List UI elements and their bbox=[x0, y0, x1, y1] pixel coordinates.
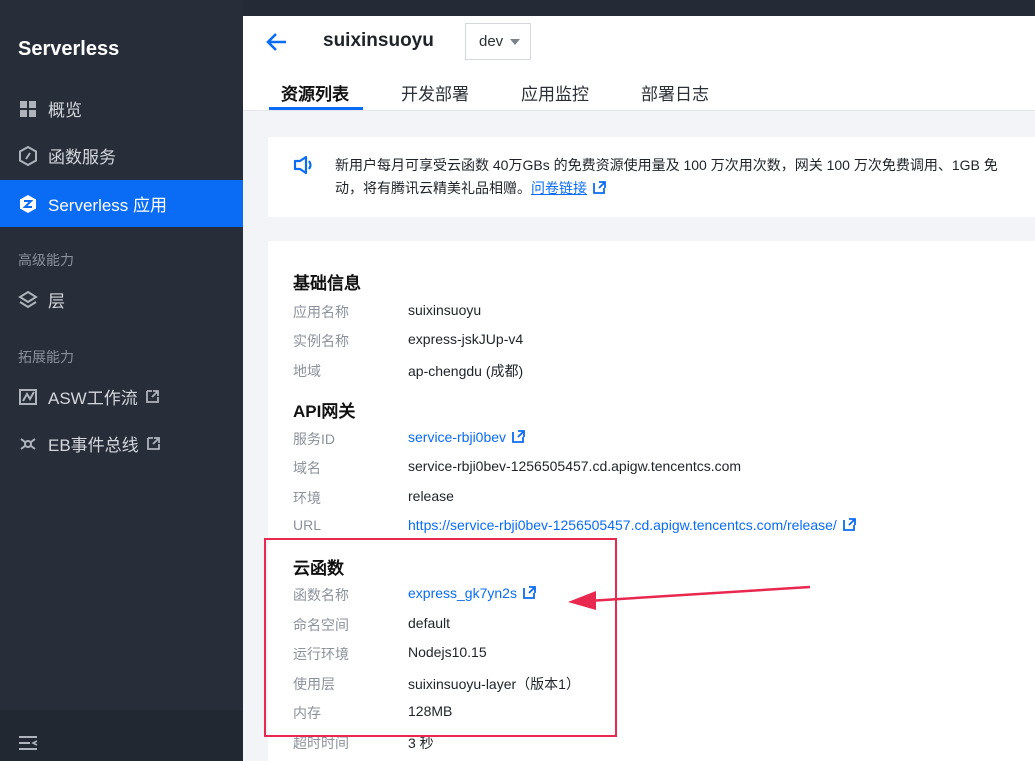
section-title-basic: 基础信息 bbox=[293, 274, 361, 293]
label-app-name: 应用名称 bbox=[293, 304, 349, 320]
active-tab-indicator bbox=[269, 107, 363, 110]
notice-line-2: 动，将有腾讯云精美礼品相赠。 bbox=[335, 180, 531, 196]
workflow-icon bbox=[18, 387, 38, 407]
sidebar-footer bbox=[0, 710, 243, 761]
sidebar-item-label: 层 bbox=[48, 292, 65, 311]
external-link-icon[interactable] bbox=[593, 178, 606, 194]
event-bus-icon bbox=[18, 434, 38, 454]
sidebar-item-label: 概览 bbox=[48, 101, 82, 120]
sidebar-group-extensions: 拓展能力 bbox=[18, 349, 74, 365]
env-select-value: dev bbox=[479, 33, 504, 50]
value-app-name: suixinsuoyu bbox=[408, 302, 482, 318]
page-title: suixinsuoyu bbox=[323, 30, 434, 51]
env-select[interactable]: dev bbox=[465, 23, 531, 60]
notice-line-1: 新用户每月可享受云函数 40万GBs 的免费资源使用量及 100 万次用次数，网… bbox=[335, 157, 998, 173]
external-link-icon bbox=[145, 390, 159, 403]
sidebar-item-event-bus[interactable]: EB事件总线 bbox=[0, 420, 243, 467]
sidebar-item-functions[interactable]: 函数服务 bbox=[0, 132, 243, 179]
sidebar-item-label: ASW工作流 bbox=[48, 389, 138, 408]
sidebar: Serverless 概览 函数服务 Serverless 应用 高级能力 层 … bbox=[0, 0, 243, 761]
value-region: ap-chengdu (成都) bbox=[408, 363, 524, 379]
tab-resource-list[interactable]: 资源列表 bbox=[281, 80, 349, 105]
survey-link[interactable]: 问卷链接 bbox=[531, 180, 587, 196]
label-domain: 域名 bbox=[293, 460, 321, 476]
label-environment: 环境 bbox=[293, 490, 321, 506]
grid-icon bbox=[18, 99, 38, 119]
annotation-highlight-box bbox=[264, 538, 617, 737]
value-service-id: service-rbji0bev bbox=[408, 429, 525, 445]
speaker-icon bbox=[293, 155, 315, 175]
sidebar-brand: Serverless bbox=[18, 38, 120, 60]
sidebar-group-advanced: 高级能力 bbox=[18, 252, 74, 268]
sidebar-item-serverless-app[interactable]: Serverless 应用 bbox=[0, 180, 243, 227]
back-arrow-icon[interactable] bbox=[265, 31, 289, 53]
sidebar-item-label: 函数服务 bbox=[48, 148, 116, 167]
service-id-link[interactable]: service-rbji0bev bbox=[408, 429, 506, 445]
layers-icon bbox=[18, 290, 38, 310]
section-title-api: API网关 bbox=[293, 402, 356, 421]
external-link-icon bbox=[146, 437, 160, 450]
external-link-icon[interactable] bbox=[842, 518, 856, 531]
label-service-id: 服务ID bbox=[293, 431, 335, 447]
collapse-menu-icon[interactable] bbox=[18, 735, 38, 753]
value-domain: service-rbji0bev-1256505457.cd.apigw.ten… bbox=[408, 458, 742, 474]
app-header: suixinsuoyu dev 资源列表 开发部署 应用监控 部署日志 bbox=[243, 16, 1035, 111]
serverless-app-icon bbox=[18, 194, 38, 214]
annotation-arrow bbox=[568, 585, 811, 610]
function-icon bbox=[18, 145, 38, 166]
label-url: URL bbox=[293, 517, 322, 533]
label-region: 地域 bbox=[293, 363, 321, 379]
sidebar-item-overview[interactable]: 概览 bbox=[0, 85, 243, 132]
value-environment: release bbox=[408, 488, 454, 504]
sidebar-item-label: Serverless 应用 bbox=[48, 196, 168, 215]
tab-deploy-logs[interactable]: 部署日志 bbox=[641, 80, 709, 105]
notice-text: 新用户每月可享受云函数 40万GBs 的免费资源使用量及 100 万次用次数，网… bbox=[335, 154, 1035, 200]
sidebar-item-layers[interactable]: 层 bbox=[0, 276, 243, 323]
value-url: https://service-rbji0bev-1256505457.cd.a… bbox=[408, 517, 856, 533]
promo-notice: 新用户每月可享受云函数 40万GBs 的免费资源使用量及 100 万次用次数，网… bbox=[268, 137, 1035, 217]
url-link[interactable]: https://service-rbji0bev-1256505457.cd.a… bbox=[408, 517, 837, 533]
tab-dev-deploy[interactable]: 开发部署 bbox=[401, 80, 469, 105]
label-instance-name: 实例名称 bbox=[293, 333, 349, 349]
tab-app-monitor[interactable]: 应用监控 bbox=[521, 80, 589, 105]
value-instance-name: express-jskJUp-v4 bbox=[408, 331, 524, 347]
caret-down-icon bbox=[510, 39, 520, 45]
sidebar-item-asw-workflow[interactable]: ASW工作流 bbox=[0, 373, 243, 420]
external-link-icon[interactable] bbox=[512, 430, 525, 443]
sidebar-item-label: EB事件总线 bbox=[48, 436, 139, 455]
